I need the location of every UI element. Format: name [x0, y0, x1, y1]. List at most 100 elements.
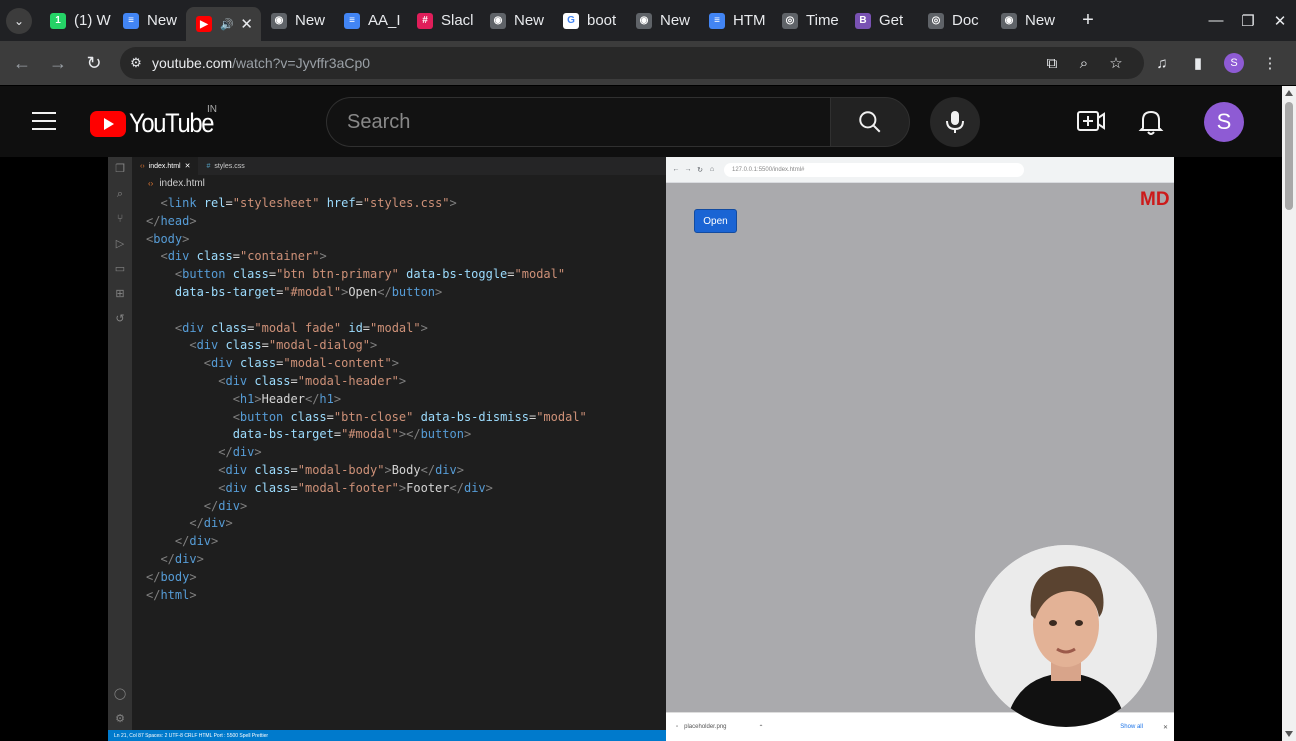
tab-favicon-icon: B: [855, 12, 871, 29]
media-control-icon[interactable]: ♫: [1144, 55, 1180, 72]
browser-tab[interactable]: ≡ AA_I: [334, 5, 407, 37]
account-icon: ◯: [113, 688, 127, 700]
zoom-icon[interactable]: ⌕: [1068, 55, 1100, 72]
browser-tab[interactable]: ◉ New: [480, 5, 553, 37]
window-controls: — ❐ ✕: [1200, 0, 1296, 41]
browser-tab[interactable]: ◉ New: [261, 5, 334, 37]
statusbar-text: Ln 21, Col 87 Spaces: 2 UTF-8 CRLF HTML …: [114, 732, 269, 739]
html-file-icon: ‹›: [140, 162, 145, 170]
tab-title: HTM: [733, 12, 766, 29]
tab-title: New: [1025, 12, 1056, 29]
youtube-wordmark: YouTube: [129, 108, 214, 138]
code-block: <link rel="stylesheet" href="styles.css"…: [146, 196, 587, 602]
search-input[interactable]: Search: [326, 97, 830, 147]
tab-title: Time: [806, 12, 839, 29]
vscode-activity-bar: ❐ ⌕ ⑂ ▷ ▭ ⊞ ↺ ◯ ⚙: [108, 157, 132, 733]
youtube-play-icon: [90, 110, 126, 137]
preview-forward-icon: →: [684, 166, 692, 173]
bookmark-star-icon[interactable]: ☆: [1100, 54, 1132, 72]
url-text[interactable]: youtube.com/watch?v=Jyvffr3aCp0: [152, 55, 370, 71]
account-avatar[interactable]: S: [1204, 102, 1244, 142]
settings-gear-icon: ⚙: [115, 713, 125, 725]
browser-tab[interactable]: ▶ 🔊 ✕: [186, 7, 261, 41]
minimize-icon[interactable]: —: [1200, 12, 1232, 29]
profile-avatar[interactable]: S: [1224, 53, 1244, 73]
browser-tab[interactable]: ◉ New: [626, 5, 699, 37]
search-placeholder: Search: [347, 110, 411, 133]
vscode-editor: ‹› index.html ✕ # styles.css ‹› index.html <…: [132, 157, 666, 733]
new-tab-button[interactable]: +: [1076, 9, 1100, 32]
browser-tab[interactable]: ≡ New: [113, 5, 186, 37]
page-scrollbar[interactable]: [1282, 86, 1296, 741]
chevron-up-icon: ⌃: [758, 724, 764, 731]
tab-favicon-icon: ◉: [271, 12, 287, 29]
tab-title: Doc: [952, 12, 979, 29]
tab-title: Slacl: [441, 12, 474, 29]
live-share-icon: ↺: [115, 313, 125, 325]
scroll-up-arrow[interactable]: [1285, 90, 1293, 96]
browser-tab[interactable]: Gboot: [553, 5, 626, 37]
preview-url-text: 127.0.0.1:5500/index.html#: [732, 166, 805, 173]
close-tab-icon: ✕: [184, 163, 191, 170]
browser-tab[interactable]: ◉ New: [991, 5, 1064, 37]
url-path: /watch?v=Jyvffr3aCp0: [232, 55, 371, 71]
video-player[interactable]: ❐ ⌕ ⑂ ▷ ▭ ⊞ ↺ ◯ ⚙ ‹› index.html ✕ # styles.…: [108, 157, 1174, 741]
tab-search-button[interactable]: ⌄: [6, 7, 32, 34]
editor-tab-label: styles.css: [214, 162, 245, 170]
browser-tab[interactable]: 1 (1) W: [40, 5, 113, 37]
tab-audio-icon[interactable]: 🔊: [220, 18, 234, 31]
install-app-icon[interactable]: ⧉: [1036, 55, 1068, 72]
editor-tab-index: ‹› index.html ✕: [132, 157, 199, 175]
search-icon: ⌕: [116, 188, 124, 200]
close-tab-icon[interactable]: ✕: [240, 15, 253, 33]
tab-favicon-icon: 1: [50, 12, 66, 29]
scroll-thumb[interactable]: [1285, 102, 1293, 210]
explorer-icon: ❐: [115, 163, 125, 175]
html-file-icon: ‹›: [148, 178, 154, 188]
chevron-down-icon: ⌄: [13, 13, 25, 28]
preview-browser-toolbar: ← → ↻ ⌂ 127.0.0.1:5500/index.html#: [666, 157, 1174, 183]
close-download-icon: ✕: [1162, 724, 1168, 731]
preview-brand-text: MD: [1140, 189, 1170, 210]
forward-button[interactable]: →: [40, 53, 76, 74]
address-bar[interactable]: ⚙ youtube.com/watch?v=Jyvffr3aCp0 ⧉ ⌕ ☆: [120, 47, 1144, 79]
maximize-icon[interactable]: ❐: [1232, 12, 1264, 30]
search-button[interactable]: [830, 97, 910, 147]
browser-toolbar: ← → ↻ ⚙ youtube.com/watch?v=Jyvffr3aCp0 …: [0, 41, 1296, 85]
browser-tab[interactable]: ◎ Doc: [918, 5, 991, 37]
browser-tab[interactable]: B Get: [845, 5, 918, 37]
more-menu-icon[interactable]: ⋮: [1252, 54, 1288, 72]
notifications-bell-icon[interactable]: [1138, 108, 1164, 136]
tab-favicon-icon: ▶: [196, 16, 212, 32]
browser-tab[interactable]: # Slacl: [407, 5, 480, 37]
vscode-statusbar: Ln 21, Col 87 Spaces: 2 UTF-8 CRLF HTML …: [108, 730, 666, 741]
preview-reload-icon: ↻: [697, 166, 703, 174]
reload-button[interactable]: ↻: [76, 53, 112, 74]
browser-tab-strip: ⌄ 1 (1) W ≡ New ▶ 🔊 ✕ ◉ New ≡ AA_I # Slacl ◉ New Gboot ◉…: [0, 0, 1296, 41]
search-icon: [859, 111, 881, 133]
tab-favicon-icon: G: [563, 12, 579, 29]
side-panel-icon[interactable]: ▮: [1180, 54, 1216, 72]
tab-favicon-icon: ◉: [490, 12, 506, 29]
tab-favicon-icon: ◉: [1001, 12, 1017, 29]
editor-breadcrumb: ‹› index.html: [132, 175, 666, 191]
back-button[interactable]: ←: [4, 53, 40, 74]
tab-list: 1 (1) W ≡ New ▶ 🔊 ✕ ◉ New ≡ AA_I # Slacl ◉ New Gboot ◉ Ne…: [40, 0, 1064, 41]
create-video-icon[interactable]: [1076, 108, 1106, 134]
scroll-down-arrow[interactable]: [1285, 731, 1293, 737]
close-window-icon[interactable]: ✕: [1264, 12, 1296, 30]
tab-title: Get: [879, 12, 904, 29]
tab-title: New: [147, 12, 178, 29]
browser-tab[interactable]: ≡ HTM: [699, 5, 772, 37]
preview-home-icon: ⌂: [709, 166, 715, 173]
tab-favicon-icon: #: [417, 12, 433, 29]
tab-title: AA_I: [368, 12, 401, 29]
extensions-icon: ⊞: [115, 288, 125, 300]
hamburger-menu-icon[interactable]: [32, 112, 56, 130]
browser-tab[interactable]: ◎ Time: [772, 5, 845, 37]
site-info-icon[interactable]: ⚙: [120, 55, 152, 71]
voice-search-button[interactable]: [930, 97, 980, 147]
youtube-logo[interactable]: YouTube: [90, 108, 225, 139]
editor-tab-styles: # styles.css: [198, 157, 252, 175]
show-all-link: Show all: [1120, 724, 1143, 730]
